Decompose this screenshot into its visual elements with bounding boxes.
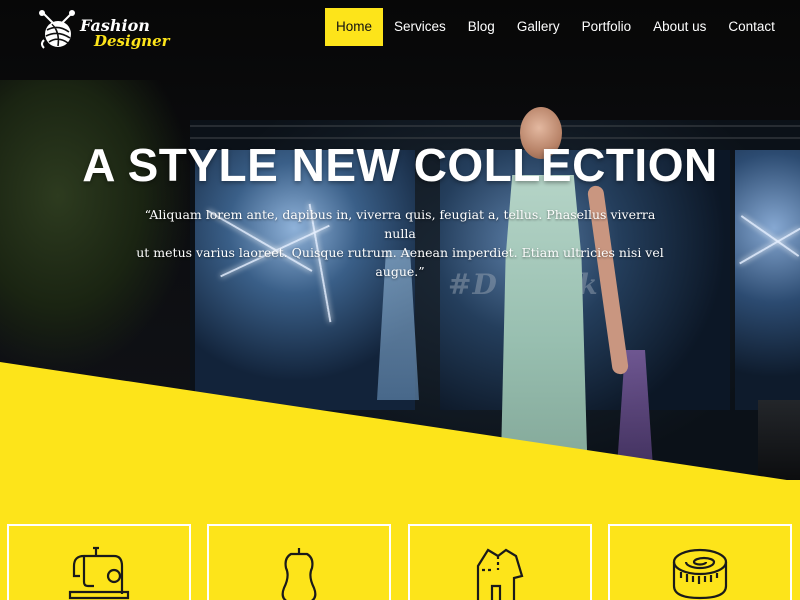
logo-text-designer: Designer — [94, 32, 170, 50]
nav-item-services[interactable]: Services — [383, 8, 457, 46]
measuring-tape-icon — [672, 548, 728, 600]
shirt-pattern-icon — [476, 548, 524, 600]
hero-quote-line: “Aliquam lorem ante, dapibus in, viverra… — [144, 207, 656, 241]
nav-item-blog[interactable]: Blog — [457, 8, 506, 46]
page: #D twalk Fashion Designer Home Services — [0, 0, 800, 600]
feature-boxes — [0, 524, 800, 600]
nav-item-contact[interactable]: Contact — [717, 8, 786, 46]
feature-box-tape[interactable] — [608, 524, 792, 600]
sewing-machine-icon — [68, 546, 130, 600]
hero-quote: “Aliquam lorem ante, dapibus in, viverra… — [130, 205, 670, 281]
nav-item-portfolio[interactable]: Portfolio — [571, 8, 643, 46]
hero-quote-line: ut metus varius laoreet. Quisque rutrum.… — [136, 245, 664, 279]
logo-text-designer: Designer — [94, 32, 170, 50]
site-logo[interactable]: Fashion Designer — [38, 4, 170, 54]
feature-box-sewing[interactable] — [7, 524, 191, 600]
nav-item-home[interactable]: Home — [325, 8, 384, 46]
nav-item-about-us[interactable]: About us — [642, 8, 717, 46]
feature-box-pattern[interactable] — [408, 524, 592, 600]
dress-form-icon — [281, 548, 317, 600]
nav-item-gallery[interactable]: Gallery — [506, 8, 571, 46]
main-nav: Home Services Blog Gallery Portfolio Abo… — [325, 8, 786, 46]
hero-title: A STYLE NEW COLLECTION — [82, 139, 718, 191]
yarn-ball-icon — [39, 10, 75, 49]
feature-box-dressform[interactable] — [207, 524, 391, 600]
camera-operator — [758, 400, 800, 480]
